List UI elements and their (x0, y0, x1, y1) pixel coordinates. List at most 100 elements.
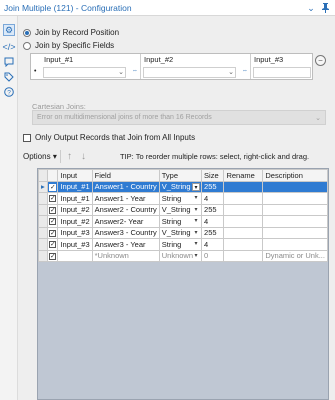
move-up-icon[interactable]: ↑ (67, 151, 72, 162)
cell-description[interactable] (262, 203, 328, 216)
include-checkbox-cell[interactable]: ✓ (46, 192, 59, 205)
xml-icon[interactable]: </> (3, 41, 16, 53)
pin-icon[interactable] (319, 2, 331, 14)
join-by-position-radio[interactable]: Join by Record Position (23, 27, 119, 38)
header-input[interactable]: Input (57, 169, 93, 182)
cell-rename[interactable] (223, 249, 264, 262)
cartesian-joins-value: Error on multidimensional joins of more … (37, 114, 212, 121)
checkbox-icon[interactable]: ✓ (49, 218, 57, 226)
include-checkbox-cell[interactable]: ✓ (46, 215, 59, 228)
cell-type[interactable]: V_String ▾ (158, 180, 203, 193)
table-row[interactable]: ✓ Input_#3 Answer3 - Year String ▾ 4 (38, 238, 328, 251)
cell-size[interactable]: 0 (201, 249, 225, 262)
row-selector[interactable]: ▸ (38, 180, 48, 193)
cell-size[interactable]: 4 (201, 215, 225, 228)
tag-icon[interactable] (3, 71, 15, 83)
chevron-down-icon[interactable]: ▾ (192, 217, 200, 225)
help-icon[interactable]: ? (3, 86, 15, 98)
row-selector[interactable] (38, 203, 48, 216)
radio-unselected-icon[interactable] (23, 41, 31, 50)
chevron-down-icon[interactable]: ▾ (192, 229, 200, 237)
row-selector[interactable] (38, 249, 48, 262)
cell-type[interactable]: Unknown ▾ (158, 249, 203, 262)
header-description[interactable]: Description (262, 169, 328, 182)
annotation-icon[interactable] (3, 56, 15, 68)
row-selector[interactable] (38, 215, 48, 228)
chevron-down-icon: ▾ (52, 152, 57, 161)
gear-icon[interactable]: ⚙ (3, 24, 15, 36)
checkbox-icon[interactable] (23, 133, 31, 142)
cell-size[interactable]: 4 (201, 238, 225, 251)
join-by-fields-radio[interactable]: Join by Specific Fields (23, 40, 114, 51)
chevron-down-icon[interactable]: ▾ (192, 182, 201, 191)
table-row[interactable]: ✓ Input_#2 Answer2- Year String ▾ 4 (38, 215, 328, 228)
cell-size[interactable]: 255 (201, 203, 225, 216)
chevron-down-icon[interactable]: ▾ (192, 252, 200, 260)
reorder-tip: TIP: To reorder multiple rows: select, r… (120, 152, 310, 161)
join-col-header: Input_#2 (144, 55, 174, 64)
radio-selected-icon[interactable] (23, 28, 31, 37)
row-selector[interactable] (38, 238, 48, 251)
checkbox-icon[interactable]: ✓ (49, 206, 57, 214)
join-field-select[interactable] (253, 67, 311, 78)
cell-size[interactable]: 255 (201, 226, 225, 239)
cell-description[interactable]: Dynamic or Unk... (262, 249, 328, 262)
cell-input: Input_#3 (57, 226, 93, 239)
cell-description[interactable] (262, 226, 328, 239)
cell-description[interactable] (262, 215, 328, 228)
header-size[interactable]: Size (201, 169, 225, 182)
cell-description[interactable] (262, 180, 328, 193)
join-field-select[interactable] (143, 67, 236, 78)
join-col-input1: Input_#1 ⌄ ⇔ (41, 54, 141, 79)
swap-arrows-icon[interactable]: ⇔ (242, 68, 248, 74)
options-button[interactable]: Options ▾ (23, 152, 57, 161)
remove-icon[interactable]: − (315, 55, 326, 66)
cell-type[interactable]: String ▾ (158, 192, 203, 205)
checkbox-icon[interactable]: ✓ (49, 195, 57, 203)
cell-type[interactable]: String ▾ (158, 238, 203, 251)
chevron-down-icon[interactable]: ▾ (192, 194, 200, 202)
cell-description[interactable] (262, 238, 328, 251)
cell-rename[interactable] (223, 226, 264, 239)
move-down-icon[interactable]: ↓ (81, 151, 86, 162)
cell-rename[interactable] (223, 180, 264, 193)
row-selector[interactable] (38, 192, 48, 205)
header-field[interactable]: Field (91, 169, 160, 182)
chevron-down-icon[interactable]: ▾ (192, 240, 200, 248)
cell-description[interactable] (262, 192, 328, 205)
include-checkbox-cell[interactable]: ✓ (46, 238, 59, 251)
only-output-checkbox[interactable]: Only Output Records that Join from All I… (23, 133, 195, 142)
table-row[interactable]: ✓ Input_#2 Answer2 - Country V_String ▾ 255 (38, 203, 328, 216)
cell-type[interactable]: String ▾ (158, 215, 203, 228)
checkbox-icon[interactable]: ✓ (49, 229, 57, 237)
header-rename[interactable]: Rename (223, 169, 264, 182)
table-row[interactable]: ✓ *Unknown Unknown ▾ 0 Dynamic or Unk... (38, 249, 328, 262)
cell-size[interactable]: 255 (201, 180, 225, 193)
cell-rename[interactable] (223, 203, 264, 216)
chevron-down-icon[interactable]: ▾ (192, 206, 200, 214)
include-checkbox-cell[interactable]: ✓ (46, 203, 59, 216)
cell-rename[interactable] (223, 238, 264, 251)
include-checkbox-cell[interactable]: ✓ (46, 180, 59, 193)
table-row[interactable]: ✓ Input_#1 Answer1 - Year String ▾ 4 (38, 192, 328, 205)
cell-rename[interactable] (223, 215, 264, 228)
join-field-select[interactable] (43, 67, 126, 78)
chevron-down-icon[interactable]: ⌄ (228, 68, 234, 76)
row-selector[interactable] (38, 226, 48, 239)
checkbox-icon[interactable]: ✓ (49, 252, 57, 260)
header-type[interactable]: Type (158, 169, 203, 182)
table-row[interactable]: ▸ ✓ Input_#1 Answer1 - Country V_String ▾ 255 (38, 180, 328, 193)
checkbox-icon[interactable]: ✓ (49, 183, 57, 191)
cell-size[interactable]: 4 (201, 192, 225, 205)
chevron-down-icon[interactable]: ⌄ (118, 68, 124, 76)
cell-type[interactable]: V_String ▾ (158, 203, 203, 216)
table-row[interactable]: ✓ Input_#3 Answer3 - Country V_String ▾ 255 (38, 226, 328, 239)
cell-type[interactable]: V_String ▾ (158, 226, 203, 239)
include-checkbox-cell[interactable]: ✓ (46, 226, 59, 239)
cell-rename[interactable] (223, 192, 264, 205)
fields-grid: Input Field Type Size Rename Description… (37, 168, 329, 400)
chevron-down-icon[interactable]: ⌄ (305, 2, 317, 14)
include-checkbox-cell[interactable]: ✓ (46, 249, 59, 262)
checkbox-icon[interactable]: ✓ (49, 241, 57, 249)
swap-arrows-icon[interactable]: ⇔ (132, 68, 138, 74)
